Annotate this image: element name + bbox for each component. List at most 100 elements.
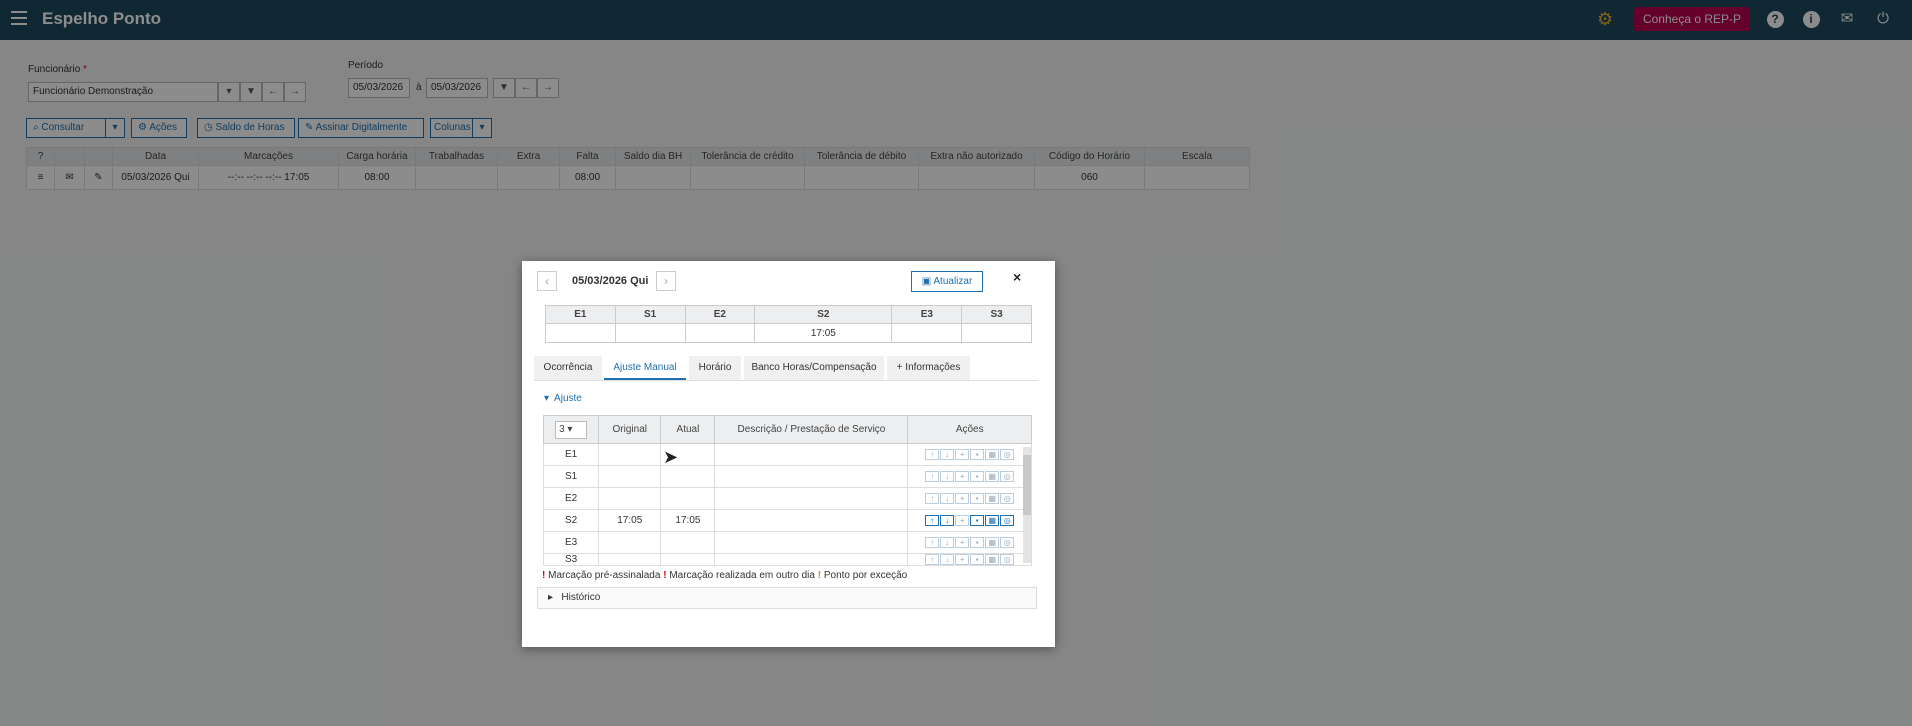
adj-atual[interactable]: 17:05 [660, 509, 716, 532]
legend: ! Marcação pré-assinalada ! Marcação rea… [542, 570, 908, 581]
table-row: S1 ↑ ↓ + ▪ ▦ ◎ [542, 465, 1032, 488]
tab-ocorrencia[interactable]: Ocorrência [534, 356, 602, 380]
ajuste-scrollbar[interactable] [1023, 447, 1031, 563]
caret-right-icon: ▸ [548, 592, 554, 603]
alarm-icon[interactable]: ◎ [1000, 514, 1015, 526]
tab-ajuste-manual[interactable]: Ajuste Manual [604, 356, 686, 380]
caret-down-icon: ▾ [544, 393, 550, 404]
adj-atual[interactable] [660, 552, 716, 567]
alarm-icon[interactable]: ◎ [1000, 554, 1015, 565]
dialog-tabs: Ocorrência Ajuste Manual Horário Banco H… [534, 356, 1038, 381]
delete-icon[interactable]: ▪ [970, 554, 985, 565]
tab-banco-horas[interactable]: Banco Horas/Compensação [744, 356, 884, 380]
adj-header-acoes: Ações [907, 415, 1032, 444]
adj-actions: ↑ ↓ + ▪ ▦ ◎ [907, 531, 1032, 554]
move-up-icon[interactable]: ↑ [925, 448, 940, 460]
move-up-icon[interactable]: ↑ [925, 470, 940, 482]
alarm-icon[interactable]: ◎ [1000, 492, 1015, 504]
marks-cell [891, 323, 963, 343]
tab-mais-informacoes[interactable]: + Informações [887, 356, 970, 380]
adj-actions: ↑ ↓ + ▪ ▦ ◎ [907, 465, 1032, 488]
adj-descricao[interactable] [714, 487, 909, 510]
move-down-icon[interactable]: ↓ [940, 554, 955, 565]
move-down-icon[interactable]: ↓ [940, 492, 955, 504]
adj-header-descricao: Descrição / Prestação de Serviço [714, 415, 909, 444]
delete-icon[interactable]: ▪ [970, 470, 985, 482]
prev-day-button[interactable]: ‹ [537, 271, 557, 291]
calendar-icon[interactable]: ▦ [985, 492, 1000, 504]
mouse-cursor-icon: ➤ [663, 447, 679, 467]
alarm-icon[interactable]: ◎ [1000, 448, 1015, 460]
adj-descricao[interactable] [714, 531, 909, 554]
move-down-icon[interactable]: ↓ [940, 514, 955, 526]
adj-original[interactable] [598, 531, 662, 554]
adj-actions: ↑ ↓ + ▪ ▦ ◎ [907, 443, 1032, 466]
marks-header: E2 [684, 305, 756, 324]
dialog-date: 05/03/2026 Qui [572, 275, 649, 287]
marks-header: E1 [545, 305, 616, 324]
table-row: S3 ↑ ↓ + ▪ ▦ ◎ [542, 552, 1032, 567]
alarm-icon[interactable]: ◎ [1000, 536, 1015, 548]
adj-header-atual: Atual [660, 415, 716, 444]
move-down-icon[interactable]: ↓ [940, 470, 955, 482]
adj-descricao[interactable] [714, 443, 909, 466]
add-icon[interactable]: + [955, 514, 970, 526]
calendar-icon[interactable]: ▦ [985, 536, 1000, 548]
delete-icon[interactable]: ▪ [970, 492, 985, 504]
add-icon[interactable]: + [955, 492, 970, 504]
tab-horario[interactable]: Horário [689, 356, 741, 380]
calendar-icon[interactable]: ▦ [985, 448, 1000, 460]
adj-actions: ↑ ↓ + ▪ ▦ ◎ [907, 509, 1032, 532]
calendar-icon[interactable]: ▦ [985, 470, 1000, 482]
calendar-icon[interactable]: ▦ [985, 514, 1000, 526]
rows-select-header: 3 ▾ [542, 415, 600, 444]
move-down-icon[interactable]: ↓ [940, 448, 955, 460]
ajuste-section-toggle[interactable]: ▾ Ajuste [544, 393, 582, 404]
adj-actions: ↑ ↓ + ▪ ▦ ◎ [907, 487, 1032, 510]
adj-atual[interactable] [660, 531, 716, 554]
adj-descricao[interactable] [714, 509, 909, 532]
delete-icon[interactable]: ▪ [970, 536, 985, 548]
move-up-icon[interactable]: ↑ [925, 514, 940, 526]
adj-original[interactable] [598, 487, 662, 510]
adj-original[interactable] [598, 443, 662, 466]
marks-header: S2 [754, 305, 893, 324]
marks-table: E1 S1 E2 S2 E3 S3 17:05 [545, 305, 1032, 343]
calendar-icon[interactable]: ▦ [985, 554, 1000, 565]
adj-atual[interactable] [660, 487, 716, 510]
save-icon: ▣ [921, 276, 932, 287]
atualizar-button[interactable]: ▣ Atualizar [911, 271, 983, 292]
historico-section-toggle[interactable]: ▸ Histórico [537, 587, 1037, 609]
add-icon[interactable]: + [955, 536, 970, 548]
adj-original[interactable] [598, 465, 662, 488]
table-row: E3 ↑ ↓ + ▪ ▦ ◎ [542, 531, 1032, 554]
adj-original[interactable] [598, 552, 662, 567]
adj-label: E2 [542, 487, 600, 510]
adj-descricao[interactable] [714, 552, 909, 567]
marks-cell [961, 323, 1032, 343]
marks-cell: 17:05 [754, 323, 893, 343]
move-up-icon[interactable]: ↑ [925, 536, 940, 548]
rows-select[interactable]: 3 ▾ [555, 420, 588, 439]
move-down-icon[interactable]: ↓ [940, 536, 955, 548]
alarm-icon[interactable]: ◎ [1000, 470, 1015, 482]
adj-label: S1 [542, 465, 600, 488]
ajuste-table: 3 ▾ Original Atual Descrição / Prestação… [542, 415, 1032, 567]
adj-actions: ↑ ↓ + ▪ ▦ ◎ [907, 552, 1032, 567]
next-day-button[interactable]: › [656, 271, 676, 291]
add-icon[interactable]: + [955, 470, 970, 482]
move-up-icon[interactable]: ↑ [925, 492, 940, 504]
table-row: E2 ↑ ↓ + ▪ ▦ ◎ [542, 487, 1032, 510]
delete-icon[interactable]: ▪ [970, 514, 985, 526]
adj-label: S2 [542, 509, 600, 532]
marks-cell [614, 323, 686, 343]
close-icon[interactable]: × [1013, 269, 1021, 285]
adj-atual[interactable] [660, 465, 716, 488]
add-icon[interactable]: + [955, 448, 970, 460]
marks-cell [545, 323, 616, 343]
adj-original[interactable]: 17:05 [598, 509, 662, 532]
add-icon[interactable]: + [955, 554, 970, 565]
move-up-icon[interactable]: ↑ [925, 554, 940, 565]
adj-descricao[interactable] [714, 465, 909, 488]
delete-icon[interactable]: ▪ [970, 448, 985, 460]
